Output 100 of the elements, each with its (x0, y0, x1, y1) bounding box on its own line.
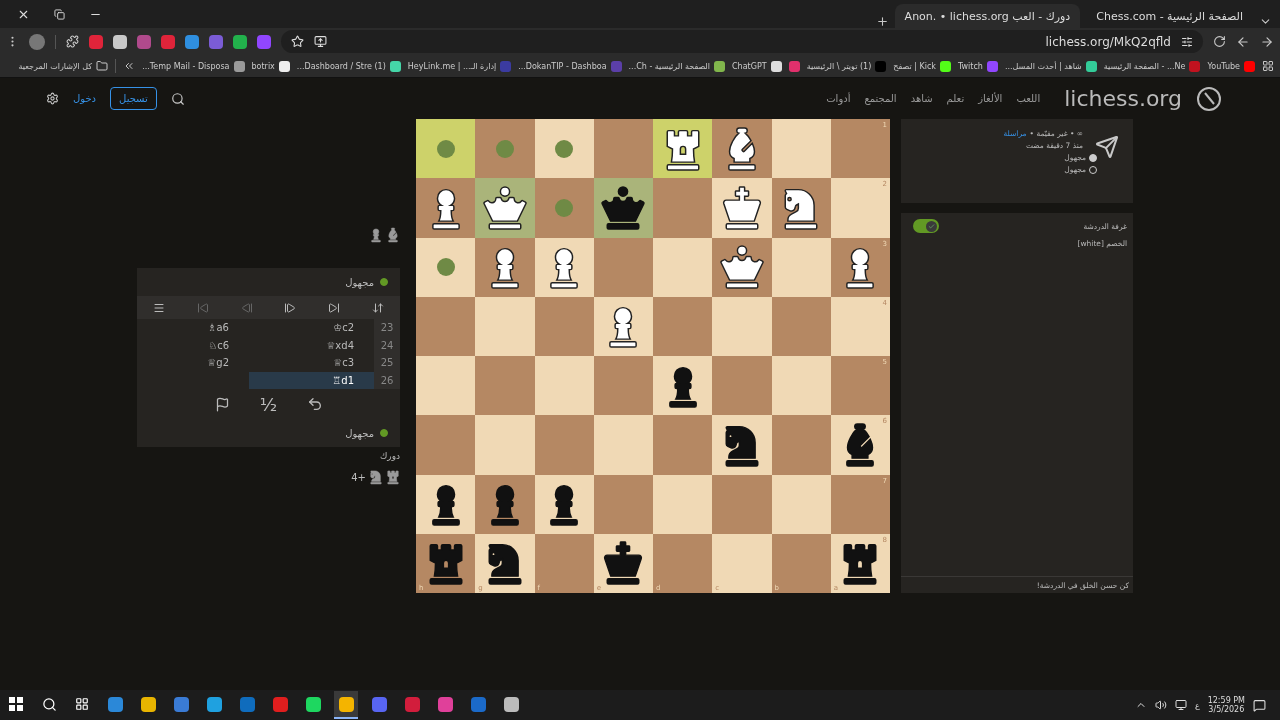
turn-text: دورك (379, 451, 400, 461)
check-icon (928, 222, 935, 230)
favicon-icon[interactable] (278, 60, 290, 72)
favicon-icon[interactable] (714, 60, 726, 72)
favicon-icon[interactable] (770, 60, 782, 72)
move-dot[interactable] (495, 139, 514, 158)
bookmark-link[interactable]: (1) Dashboard / Stre... (296, 61, 386, 71)
nav-link[interactable]: المجتمع (864, 93, 897, 104)
puzzle-icon[interactable] (66, 35, 79, 48)
back-icon[interactable] (1236, 34, 1250, 49)
move[interactable]: ♘c6 (137, 336, 249, 354)
board-square[interactable] (771, 178, 831, 238)
bookmark-link[interactable]: إدارة الـ... | HeyLink.me (407, 61, 497, 71)
move[interactable]: ♕c3 (249, 354, 374, 372)
nav-link[interactable]: تعلم (946, 93, 965, 104)
move[interactable]: ♕g2 (137, 354, 249, 372)
queen-icon[interactable] (602, 186, 645, 229)
bookmark-link[interactable]: ChatGPT (732, 61, 767, 71)
player-name[interactable]: مجهول (345, 427, 374, 439)
clock-time[interactable]: 12:59 PM (1207, 696, 1245, 705)
browser-tab[interactable]: دورك - العب Anon. • lichess.org (894, 4, 1081, 28)
signin-link[interactable]: دخول (73, 93, 97, 104)
bookmark-link[interactable]: (1) تويتر \ الرئيسية (806, 61, 872, 71)
board-square[interactable] (593, 178, 653, 238)
favicon-icon[interactable] (1085, 60, 1097, 72)
nav-link[interactable]: اللعب (1016, 93, 1041, 104)
pawn-icon (369, 228, 383, 242)
language-indicator[interactable]: ع (1194, 700, 1200, 710)
nav-link[interactable]: شاهد (910, 93, 933, 104)
favicon-icon[interactable] (939, 60, 951, 72)
board-square[interactable] (475, 237, 535, 297)
move-dot[interactable] (436, 139, 455, 158)
queen-icon[interactable] (720, 246, 763, 289)
board-square[interactable] (712, 415, 772, 475)
board-square[interactable] (653, 356, 713, 416)
bookmark-link[interactable]: Kick | تصفح (893, 61, 936, 71)
board-square[interactable] (593, 296, 653, 356)
move-dot[interactable] (555, 198, 574, 217)
bishop-icon (386, 228, 400, 242)
board-square[interactable] (712, 237, 772, 297)
address-bar[interactable]: lichess.org/MkQ2qfld (281, 30, 1203, 53)
board-square[interactable] (712, 178, 772, 238)
queen-icon[interactable] (483, 186, 526, 229)
king-icon[interactable] (720, 186, 763, 229)
forward-icon[interactable] (1260, 34, 1274, 49)
folder-icon[interactable] (96, 60, 109, 72)
search-icon[interactable] (170, 91, 185, 106)
bookmark-link[interactable]: Ne... - الصفحة الرئيسية (1103, 61, 1186, 71)
move-dot[interactable] (436, 258, 455, 277)
bookmark-link[interactable]: Temp Mail - Disposa... (142, 61, 230, 71)
player-name[interactable]: مجهول (345, 276, 374, 288)
bookmark-link[interactable]: botrix (251, 61, 275, 71)
volume-icon[interactable] (1154, 699, 1167, 711)
bookmark-link[interactable]: كل الإشارات المرجعية (18, 61, 93, 71)
favicon-icon[interactable] (233, 60, 245, 72)
bookmark-link[interactable]: DokanTIP - Dashboa... (518, 61, 607, 71)
signup-button[interactable]: تسجيل (110, 87, 157, 110)
nav-link[interactable]: أدوات (826, 93, 851, 104)
move[interactable]: ♖d1 (249, 371, 374, 389)
board-square[interactable] (653, 119, 713, 179)
board-square[interactable] (475, 178, 535, 238)
move-number: 23 (374, 319, 400, 337)
bookmark-link[interactable]: YouTube (1207, 61, 1240, 71)
board-square[interactable] (416, 178, 476, 238)
apps-grid-icon[interactable] (1262, 60, 1274, 72)
notification-icon[interactable] (1253, 698, 1266, 712)
board-square[interactable] (712, 119, 772, 179)
nav-link[interactable]: الألغاز (978, 93, 1003, 104)
browser-tab[interactable]: الصفحة الرئيسية - Chess.com (1086, 4, 1253, 28)
new-tab-icon[interactable] (875, 15, 889, 28)
star-icon[interactable] (291, 35, 304, 48)
reload-icon[interactable] (1213, 35, 1226, 48)
clock-date[interactable]: 3/5/2026 (1208, 705, 1245, 714)
extension-icon[interactable] (113, 34, 127, 49)
extension-icon[interactable] (185, 34, 199, 49)
logo-icon[interactable] (1196, 85, 1222, 112)
favicon-icon[interactable] (389, 60, 401, 72)
app-icon[interactable] (334, 691, 358, 719)
bookmark-link[interactable]: شاهد | أحدث المسل... (1004, 61, 1082, 71)
move[interactable]: ♕xd4 (249, 336, 374, 354)
avatar-icon[interactable] (29, 33, 45, 50)
king-icon[interactable] (602, 542, 645, 585)
site-logo[interactable]: lichess.org (1064, 86, 1182, 111)
network-icon[interactable] (1174, 699, 1187, 711)
board-square[interactable] (475, 474, 535, 534)
settings-icon[interactable] (46, 92, 59, 105)
board-square[interactable] (534, 474, 594, 534)
chevrons-icon[interactable] (123, 60, 136, 72)
board-square[interactable] (534, 237, 594, 297)
move[interactable]: ♗a6 (137, 319, 249, 337)
screen-icon[interactable] (314, 35, 327, 48)
move-dot[interactable] (555, 139, 574, 158)
board-square[interactable] (416, 474, 476, 534)
bookmark-link[interactable]: Twitch (957, 61, 983, 71)
extension-icon[interactable] (233, 34, 247, 49)
draw-button[interactable]: ½ (258, 393, 279, 415)
bookmark-link[interactable]: الصفحة الرئيسية - Ch... (628, 61, 711, 71)
chat-toggle[interactable] (913, 219, 939, 233)
move[interactable]: ♔c2 (249, 319, 374, 337)
site-settings-icon[interactable] (1181, 35, 1193, 48)
